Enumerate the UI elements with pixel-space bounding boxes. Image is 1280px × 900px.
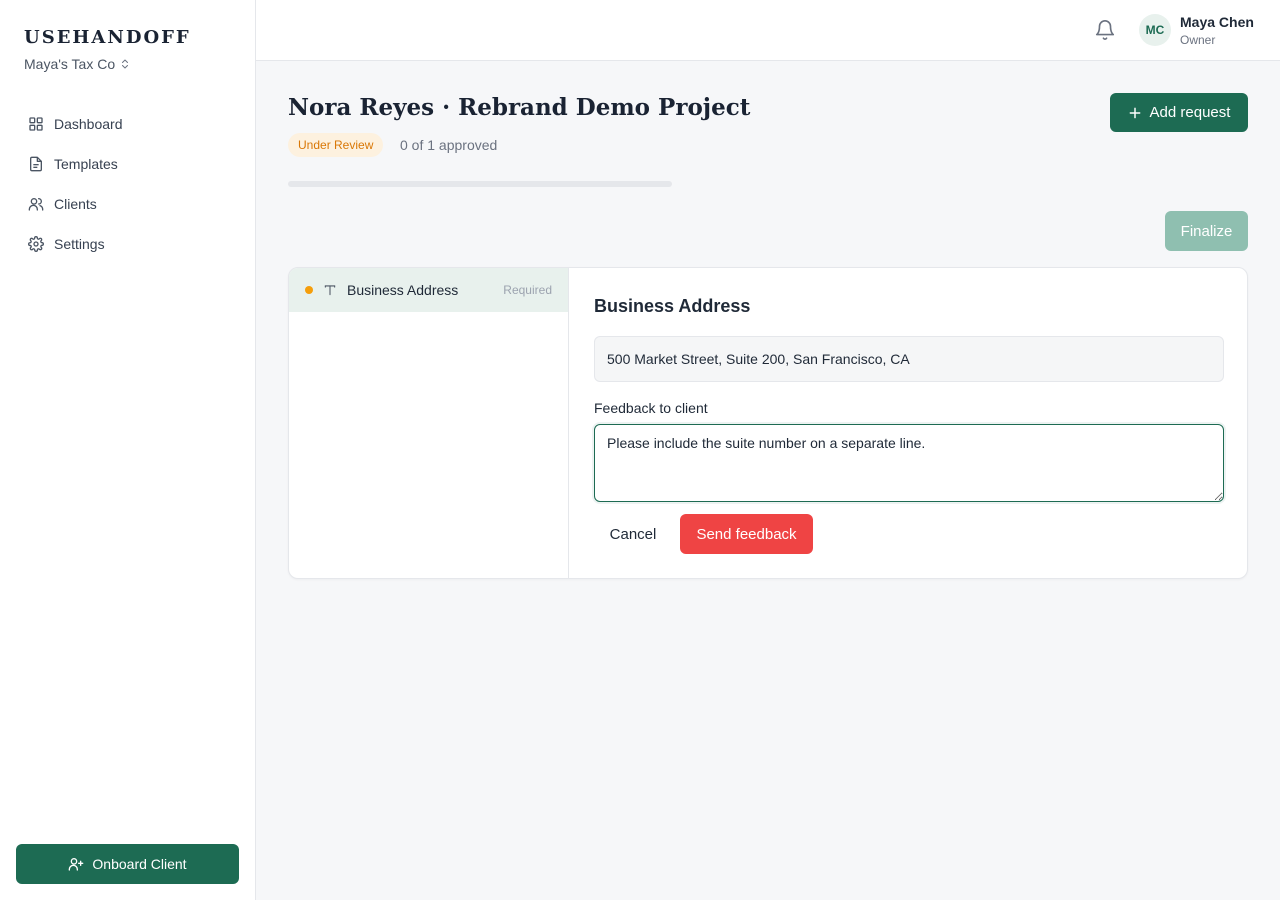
file-text-icon [30, 156, 42, 172]
request-label: Business Address [347, 282, 459, 298]
required-tag: Required [503, 283, 552, 297]
finalize-button[interactable]: Finalize [1165, 211, 1248, 251]
sidebar-nav: Dashboard Templates Clients Settings [16, 104, 240, 264]
approved-count: 0 of 1 approved [400, 137, 498, 153]
plus-icon [1129, 107, 1140, 118]
feedback-input[interactable]: Please include the suite number on a sep… [594, 424, 1224, 502]
add-request-label: Add request [1149, 104, 1231, 121]
request-review-card: Business Address Required Business Addre… [288, 267, 1248, 579]
users-icon [28, 198, 44, 211]
sidebar-item-label: Templates [54, 156, 118, 172]
sidebar-item-label: Clients [54, 196, 97, 212]
bell-icon[interactable] [1094, 19, 1116, 41]
chevron-updown-icon [122, 59, 129, 69]
send-feedback-button[interactable]: Send feedback [680, 514, 813, 554]
page-title: Nora Reyes · Rebrand Demo Project [288, 94, 751, 121]
grid-icon [29, 117, 43, 131]
cancel-button[interactable]: Cancel [594, 514, 672, 554]
org-switcher[interactable]: Maya's Tax Co [24, 56, 131, 72]
user-plus-icon [69, 858, 84, 871]
text-type-icon [324, 285, 336, 296]
approval-progress-bar [288, 181, 672, 187]
gear-icon [28, 236, 44, 252]
org-name: Maya's Tax Co [24, 56, 116, 72]
feedback-label: Feedback to client [594, 400, 708, 416]
sidebar-item-label: Dashboard [54, 116, 123, 132]
client-answer: 500 Market Street, Suite 200, San Franci… [594, 336, 1224, 382]
detail-title: Business Address [594, 296, 751, 316]
sidebar-item-label: Settings [54, 236, 105, 252]
onboard-client-label: Onboard Client [92, 856, 187, 872]
status-badge: Under Review [288, 133, 384, 157]
onboard-client-button[interactable]: Onboard Client [16, 844, 239, 884]
brand-logo: USEHANDOFF [24, 27, 191, 48]
request-list-item[interactable]: Business Address Required [289, 268, 568, 312]
sidebar-item-templates[interactable]: Templates [16, 144, 240, 184]
request-list: Business Address Required [289, 268, 569, 578]
sidebar-item-dashboard[interactable]: Dashboard [16, 104, 240, 144]
sidebar-item-settings[interactable]: Settings [16, 224, 240, 264]
avatar[interactable]: MC [1139, 14, 1171, 46]
sidebar-item-clients[interactable]: Clients [16, 184, 240, 224]
top-bar: MC Maya Chen Owner [256, 0, 1280, 61]
add-request-button[interactable]: Add request [1110, 93, 1248, 132]
user-name[interactable]: Maya Chen [1180, 14, 1254, 30]
sidebar: USEHANDOFF Maya's Tax Co Dashboard Templ… [0, 0, 256, 900]
status-dot [305, 286, 313, 294]
user-role: Owner [1180, 33, 1216, 47]
